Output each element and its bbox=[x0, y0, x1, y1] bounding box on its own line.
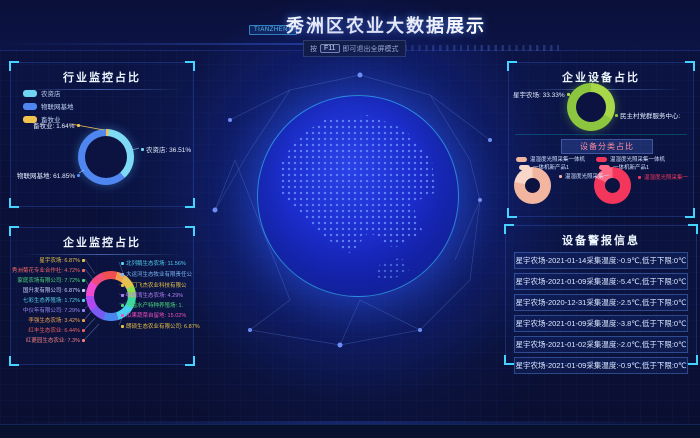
pie-callout: 温湿度光照采集一 bbox=[638, 173, 688, 181]
donut-hole bbox=[85, 136, 127, 178]
label-dot bbox=[82, 279, 85, 282]
device-class-left-donut[interactable] bbox=[514, 167, 551, 204]
legend-item[interactable]: 温湿度光照采集一体机 bbox=[596, 155, 665, 163]
panel-title: 企业设备占比 bbox=[509, 63, 693, 85]
pie-label: 国升发有限公司: 6.87% bbox=[23, 286, 85, 294]
label-dot bbox=[121, 294, 124, 297]
callout-dot bbox=[77, 124, 80, 127]
callout-dot bbox=[638, 176, 641, 179]
equipment-donut-chart[interactable] bbox=[567, 83, 615, 131]
globe bbox=[257, 95, 459, 297]
alarm-row: 星宇农场-2021-01-14采集温度:-0.9℃,低于下限:0℃ bbox=[514, 252, 688, 269]
corner-decor bbox=[507, 208, 517, 218]
pie-label: 丰溢水产特种养殖场: 1. bbox=[121, 301, 183, 309]
pie-label: 瓜果蔬菜自留地: 15.02% bbox=[121, 311, 186, 319]
panel-equipment: 企业设备占比 星宇农场: 33.33% 民主村党群服务中心: 设备分类占比 温湿… bbox=[508, 62, 694, 217]
pie-label: 家庭农场有限公司: 7.72% bbox=[17, 276, 85, 284]
pie-label: 聚门飞杰农业科技有限公 bbox=[121, 281, 187, 289]
label-dot bbox=[82, 339, 85, 342]
corner-decor bbox=[504, 224, 514, 234]
legend-swatch bbox=[23, 90, 37, 97]
donut-hole bbox=[605, 178, 620, 193]
pie-label: 星宇农场: 6.87% bbox=[39, 256, 85, 264]
corner-decor bbox=[504, 355, 514, 365]
label-dot bbox=[121, 273, 124, 276]
corner-decor bbox=[507, 61, 517, 71]
label-dot bbox=[82, 329, 85, 332]
label-dot bbox=[121, 284, 124, 287]
panel-title: 企业监控占比 bbox=[11, 228, 193, 250]
pie-callout: 物联网基地: 61.85% bbox=[17, 170, 80, 180]
panel-industry-monitor: 行业监控占比 农资店 物联网基地 畜牧业 畜牧业: 1.64% bbox=[10, 62, 194, 207]
label-dot bbox=[82, 289, 85, 292]
callout-dot bbox=[77, 174, 80, 177]
device-class-title: 设备分类占比 bbox=[561, 139, 653, 154]
callout-dot bbox=[559, 175, 562, 178]
corner-decor bbox=[185, 198, 195, 208]
corner-decor bbox=[685, 61, 695, 71]
callout-dot bbox=[141, 148, 144, 151]
legend-item[interactable]: 物联网基地 bbox=[23, 101, 74, 111]
section-divider bbox=[515, 134, 687, 135]
globe-continents-dots bbox=[268, 106, 448, 286]
pie-callout: 农资店: 36.51% bbox=[141, 144, 191, 154]
panel-title: 行业监控占比 bbox=[11, 63, 193, 85]
pie-label: 鸭棚湾生态农场: 4.29% bbox=[121, 291, 183, 299]
label-dot bbox=[121, 325, 124, 328]
legend-swatch bbox=[516, 157, 527, 162]
corner-decor bbox=[185, 226, 195, 236]
industry-donut-chart[interactable] bbox=[78, 129, 134, 185]
corner-decor bbox=[688, 224, 698, 234]
legend-swatch bbox=[596, 157, 607, 162]
pie-label: 大运河生态牧业有限责任公 bbox=[121, 270, 192, 278]
pie-label: 七彩生态养殖场: 1.72% bbox=[23, 296, 85, 304]
legend-item[interactable]: 温湿度光照采集一体机 bbox=[516, 155, 585, 163]
alarm-row: 星宇农场-2021-01-09采集温度:-3.8℃,低于下限:0℃ bbox=[514, 315, 688, 332]
donut-hole bbox=[576, 92, 606, 122]
pie-callout: 畜牧业: 1.64% bbox=[33, 120, 80, 130]
legend-item[interactable]: 农资店 bbox=[23, 88, 74, 98]
corner-decor bbox=[685, 208, 695, 218]
corner-decor bbox=[185, 61, 195, 71]
pie-callout: 温湿度光照采集一 bbox=[559, 172, 609, 180]
callout-dot bbox=[615, 114, 618, 117]
panel-enterprise-monitor: 企业监控占比 星宇农场: 6.87% 秀洲菊花专业合作社: 4.72% 家庭农场… bbox=[10, 227, 194, 365]
label-dot bbox=[121, 262, 124, 265]
label-dot bbox=[82, 259, 85, 262]
label-dot bbox=[82, 299, 85, 302]
pie-label: 北列鹅生态农场: 11.56% bbox=[121, 259, 186, 267]
pie-label: 中仪年有限公司: 7.29% bbox=[23, 306, 85, 314]
pie-label: 李强生态农场: 3.42% bbox=[28, 316, 85, 324]
legend-swatch bbox=[23, 103, 37, 110]
callout-dot bbox=[567, 93, 570, 96]
alarm-list: 星宇农场-2021-01-14采集温度:-0.9℃,低于下限:0℃ 星宇农场-2… bbox=[506, 252, 696, 374]
corner-decor bbox=[185, 356, 195, 366]
label-dot bbox=[82, 319, 85, 322]
label-dot bbox=[82, 269, 85, 272]
alarm-row: 星宇农场-2021-01-09采集温度:-5.4℃,低于下限:0℃ bbox=[514, 273, 688, 290]
corner-decor bbox=[688, 355, 698, 365]
label-dot bbox=[82, 309, 85, 312]
corner-decor bbox=[9, 356, 19, 366]
pie-label: 红丰生态农业: 6.44% bbox=[28, 326, 85, 334]
title-underline bbox=[21, 254, 183, 255]
alarm-row: 星宇农场-2021-01-02采集温度:-2.0℃,低于下限:0℃ bbox=[514, 336, 688, 353]
pie-callout: 民主村党群服务中心: bbox=[615, 110, 680, 120]
pie-label: 秀洲菊花专业合作社: 4.72% bbox=[12, 266, 85, 274]
corner-decor bbox=[9, 198, 19, 208]
donut-hole bbox=[525, 178, 540, 193]
alarm-row: 星宇农场-2020-12-31采集温度:-2.5℃,低于下限:0℃ bbox=[514, 294, 688, 311]
corner-decor bbox=[9, 61, 19, 71]
alarm-row: 星宇农场-2021-01-09采集温度:-0.9℃,低于下限:0℃ bbox=[514, 357, 688, 374]
footer-bar bbox=[0, 424, 700, 438]
label-dot bbox=[121, 304, 124, 307]
panel-alarms: 设备警报信息 星宇农场-2021-01-14采集温度:-0.9℃,低于下限:0℃… bbox=[505, 225, 697, 364]
pie-label: 红菱园生态农业: 7.3% bbox=[26, 336, 85, 344]
dashboard: TIANZHENT 秀洲区农业大数据展示 按 F11 即可退出全屏模式 行业监控… bbox=[0, 0, 700, 438]
panel-title: 设备警报信息 bbox=[506, 226, 696, 248]
corner-decor bbox=[9, 226, 19, 236]
pie-label: 朗硕生态农业有限公司: 6.87% bbox=[121, 322, 200, 330]
pie-callout: 星宇农场: 33.33% bbox=[513, 89, 570, 99]
label-dot bbox=[121, 314, 124, 317]
